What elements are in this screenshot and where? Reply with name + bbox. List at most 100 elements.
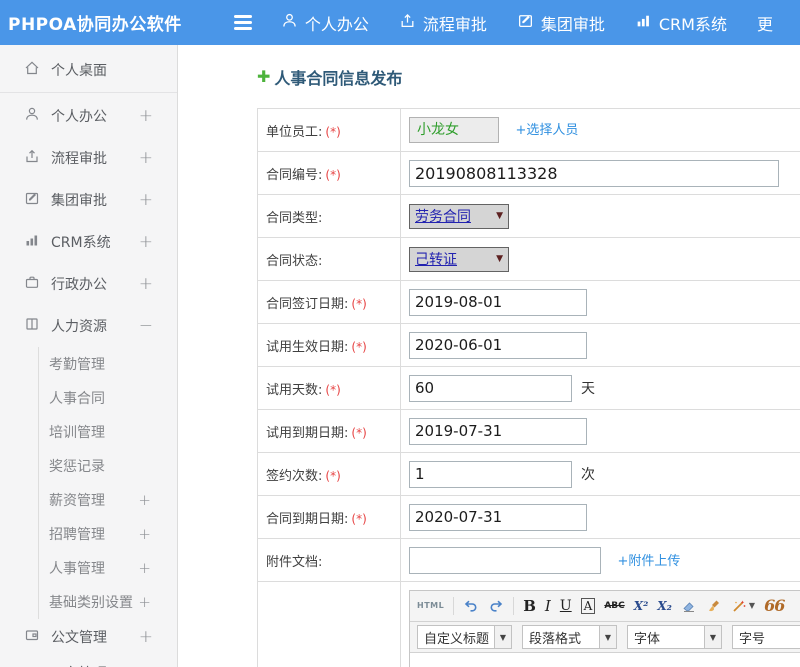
redo-icon[interactable]: [488, 598, 504, 614]
sidebar-item-crm[interactable]: CRM系统 +: [0, 221, 177, 263]
field-label: 合同类型:: [266, 211, 322, 226]
blockquote-button[interactable]: 66: [764, 598, 784, 614]
expand-plus-icon[interactable]: +: [139, 274, 153, 294]
trial-start-date-input[interactable]: [409, 332, 587, 359]
expand-plus-icon[interactable]: +: [138, 491, 151, 509]
document-icon: [24, 627, 40, 647]
sub-item-label: 人事管理: [49, 558, 138, 578]
trial-end-date-input[interactable]: [409, 418, 587, 445]
sign-count-input[interactable]: [409, 461, 572, 488]
unit-label: 天: [581, 381, 595, 397]
font-size-dropdown[interactable]: 字号 ▼: [732, 625, 800, 649]
editor-toolbar-row2: 自定义标题 ▼ 段落格式 ▼ 字体 ▼: [410, 622, 800, 653]
paragraph-format-dropdown[interactable]: 段落格式 ▼: [522, 625, 617, 649]
field-label: 试用到期日期:: [266, 426, 348, 441]
expand-plus-icon[interactable]: +: [139, 106, 153, 126]
sidebar-item-label: 流程审批: [51, 148, 139, 168]
contract-form: 单位员工:(*) 小龙女 +选择人员 合同编号:(*) 合同类型: 劳务合同 ▼: [257, 108, 800, 667]
sidebar-item-training[interactable]: 培训管理: [39, 415, 177, 449]
underline-button[interactable]: U: [560, 599, 572, 613]
sidebar-item-documents[interactable]: 公文管理 +: [0, 619, 177, 655]
format-brush-icon[interactable]: [706, 598, 722, 614]
expand-plus-icon[interactable]: +: [138, 559, 151, 577]
nav-group-approval[interactable]: 集团审批: [502, 11, 620, 35]
sidebar-item-desktop[interactable]: 个人桌面: [0, 48, 177, 93]
sidebar-item-label: CRM系统: [51, 232, 139, 252]
sub-item-label: 考勤管理: [49, 354, 151, 374]
sidebar-item-personnel[interactable]: 人事管理 +: [39, 551, 177, 585]
employee-name-box[interactable]: 小龙女: [409, 117, 499, 143]
html-source-button[interactable]: HTML: [417, 602, 444, 610]
sidebar-item-admin-office[interactable]: 行政办公 +: [0, 263, 177, 305]
subscript-button[interactable]: X₂: [657, 600, 672, 612]
undo-icon[interactable]: [463, 598, 479, 614]
toolbar-separator: [513, 597, 514, 615]
eraser-icon[interactable]: [681, 598, 697, 614]
field-label: 试用天数:: [266, 383, 322, 398]
expand-plus-icon[interactable]: +: [139, 627, 153, 647]
sidebar-item-vehicles[interactable]: 用车管理 +: [0, 655, 177, 667]
sidebar-item-group-approval[interactable]: 集团审批 +: [0, 179, 177, 221]
combo-label: 字号: [733, 626, 800, 648]
sidebar-item-base-category[interactable]: 基础类别设置 +: [39, 585, 177, 619]
expand-plus-icon[interactable]: +: [138, 525, 151, 543]
contract-status-select[interactable]: 己转证 ▼: [409, 247, 509, 272]
font-family-dropdown[interactable]: 字体 ▼: [627, 625, 722, 649]
field-label: 试用生效日期:: [266, 340, 348, 355]
auto-typeset-wand-icon[interactable]: ▼: [731, 598, 755, 614]
attachment-input[interactable]: [409, 547, 601, 574]
app-title: PHPOA协同办公软件: [0, 10, 182, 35]
contract-number-input[interactable]: [409, 160, 779, 187]
sub-item-label: 人事合同: [49, 388, 151, 408]
contract-type-select[interactable]: 劳务合同 ▼: [409, 204, 509, 229]
expand-plus-icon[interactable]: +: [138, 593, 151, 611]
custom-title-dropdown[interactable]: 自定义标题 ▼: [417, 625, 512, 649]
field-label: 合同编号:: [266, 168, 322, 183]
font-color-button[interactable]: A: [581, 598, 596, 614]
book-icon: [24, 316, 40, 336]
italic-button[interactable]: I: [545, 599, 551, 614]
expand-plus-icon[interactable]: +: [139, 663, 153, 667]
required-mark: (*): [351, 340, 366, 354]
expire-date-input[interactable]: [409, 504, 587, 531]
nav-workflow-approval[interactable]: 流程审批: [384, 11, 502, 35]
editor-content-area[interactable]: [410, 653, 800, 667]
bold-button[interactable]: B: [523, 599, 536, 614]
chart-icon: [635, 12, 652, 33]
sidebar-item-recruit[interactable]: 招聘管理 +: [39, 517, 177, 551]
sidebar-item-salary[interactable]: 薪资管理 +: [39, 483, 177, 517]
select-person-link[interactable]: +选择人员: [515, 123, 578, 138]
trial-days-input[interactable]: [409, 375, 572, 402]
required-mark: (*): [325, 383, 340, 397]
superscript-button[interactable]: X²: [634, 600, 649, 612]
sidebar-item-hr[interactable]: 人力资源 −: [0, 305, 177, 347]
sidebar-item-label: 公文管理: [51, 627, 139, 647]
form-row-contract-status: 合同状态: 己转证 ▼: [258, 238, 800, 281]
menu-toggle-icon[interactable]: [234, 15, 252, 30]
expand-plus-icon[interactable]: +: [139, 148, 153, 168]
nav-label: CRM系统: [659, 11, 727, 35]
expand-plus-icon[interactable]: +: [139, 190, 153, 210]
combo-label: 自定义标题: [418, 626, 494, 648]
sign-date-input[interactable]: [409, 289, 587, 316]
sidebar-item-personal-office[interactable]: 个人办公 +: [0, 95, 177, 137]
sidebar-item-label: 行政办公: [51, 274, 139, 294]
strikethrough-button[interactable]: ABC: [604, 602, 624, 611]
expand-plus-icon[interactable]: +: [139, 232, 153, 252]
sidebar-item-attendance[interactable]: 考勤管理: [39, 347, 177, 381]
nav-more[interactable]: 更: [742, 11, 788, 35]
sidebar-item-workflow-approval[interactable]: 流程审批 +: [0, 137, 177, 179]
collapse-minus-icon[interactable]: −: [139, 316, 153, 336]
sub-item-label: 奖惩记录: [49, 456, 151, 476]
edit-icon: [517, 12, 534, 33]
sub-item-label: 基础类别设置: [49, 592, 138, 612]
sidebar-item-hr-contract[interactable]: 人事合同: [39, 381, 177, 415]
sidebar-item-label: 个人桌面: [51, 60, 153, 80]
nav-crm-system[interactable]: CRM系统: [620, 11, 742, 35]
nav-personal-office[interactable]: 个人办公: [266, 11, 384, 35]
upload-attachment-link[interactable]: +附件上传: [617, 554, 680, 569]
hr-submenu: 考勤管理 人事合同 培训管理 奖惩记录 薪资管理 + 招聘管理 + 人事管理 +: [38, 347, 177, 619]
field-label: 附件文档:: [266, 555, 322, 570]
home-icon: [24, 60, 40, 80]
sidebar-item-rewards[interactable]: 奖惩记录: [39, 449, 177, 483]
